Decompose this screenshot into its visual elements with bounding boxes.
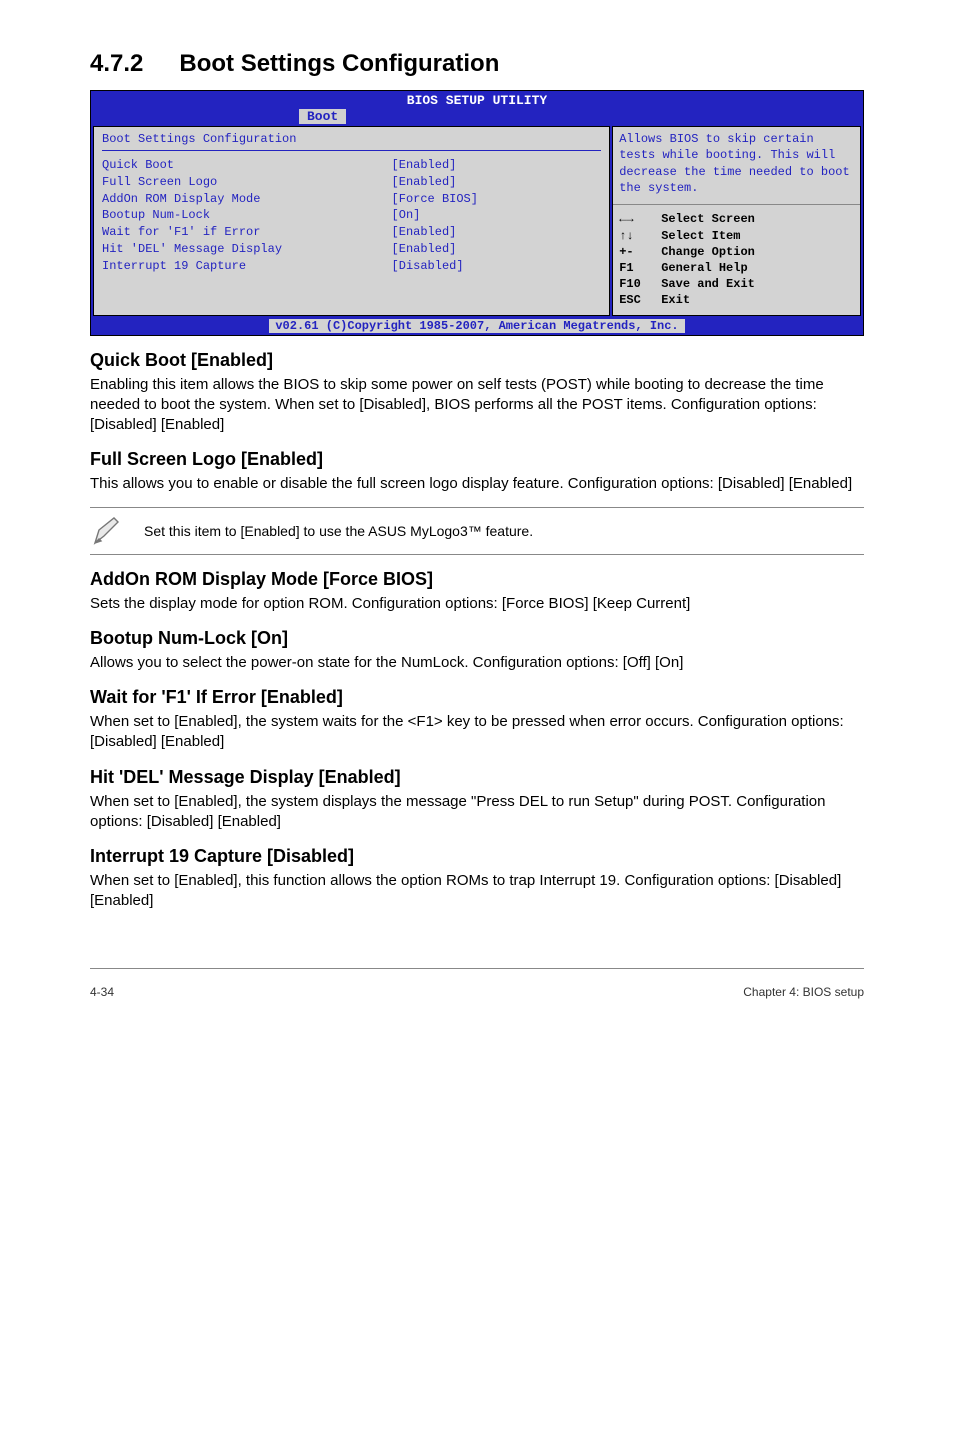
heading-addon-rom: AddOn ROM Display Mode [Force BIOS]	[90, 569, 864, 590]
bios-utility-title: BIOS SETUP UTILITY	[91, 93, 863, 109]
para-quick-boot: Enabling this item allows the BIOS to sk…	[90, 375, 864, 436]
heading-bootup-numlock: Bootup Num-Lock [On]	[90, 628, 864, 649]
para-int19: When set to [Enabled], this function all…	[90, 871, 864, 912]
bios-item: Wait for 'F1' if Error[Enabled]	[102, 224, 601, 241]
para-bootup-numlock: Allows you to select the power-on state …	[90, 653, 864, 673]
heading-quick-boot: Quick Boot [Enabled]	[90, 350, 864, 371]
heading-full-screen-logo: Full Screen Logo [Enabled]	[90, 449, 864, 470]
para-wait-f1: When set to [Enabled], the system waits …	[90, 712, 864, 753]
heading-wait-f1: Wait for 'F1' If Error [Enabled]	[90, 687, 864, 708]
bios-help-panel: Allows BIOS to skip certain tests while …	[612, 126, 861, 315]
bios-item: Bootup Num-Lock[On]	[102, 207, 601, 224]
note-text: Set this item to [Enabled] to use the AS…	[144, 523, 533, 539]
bios-item: Full Screen Logo[Enabled]	[102, 174, 601, 191]
page-number: 4-34	[90, 985, 114, 999]
section-number: 4.7.2	[90, 50, 143, 78]
heading-hit-del: Hit 'DEL' Message Display [Enabled]	[90, 767, 864, 788]
para-addon-rom: Sets the display mode for option ROM. Co…	[90, 594, 864, 614]
pencil-icon	[90, 514, 124, 548]
bios-key-legend: ←→Select Screen ↑↓Select Item +-Change O…	[613, 205, 860, 314]
bios-item: AddOn ROM Display Mode[Force BIOS]	[102, 191, 601, 208]
section-title: Boot Settings Configuration	[179, 50, 499, 78]
para-full-screen-logo: This allows you to enable or disable the…	[90, 474, 864, 494]
footer-rule	[90, 968, 864, 969]
bios-panel-heading: Boot Settings Configuration	[102, 131, 601, 151]
bios-settings-panel: Boot Settings Configuration Quick Boot[E…	[93, 126, 610, 315]
bios-item: Quick Boot[Enabled]	[102, 157, 601, 174]
bios-item: Hit 'DEL' Message Display[Enabled]	[102, 241, 601, 258]
page-footer: 4-34 Chapter 4: BIOS setup	[0, 973, 954, 1029]
heading-int19: Interrupt 19 Capture [Disabled]	[90, 846, 864, 867]
bios-help-text: Allows BIOS to skip certain tests while …	[613, 127, 860, 205]
chapter-label: Chapter 4: BIOS setup	[743, 985, 864, 999]
bios-screenshot: BIOS SETUP UTILITY Boot Boot Settings Co…	[90, 90, 864, 336]
bios-tab-boot: Boot	[299, 109, 346, 125]
bios-item: Interrupt 19 Capture[Disabled]	[102, 258, 601, 275]
para-hit-del: When set to [Enabled], the system displa…	[90, 792, 864, 833]
bios-title-bar: BIOS SETUP UTILITY Boot	[91, 91, 863, 124]
note-box: Set this item to [Enabled] to use the AS…	[90, 507, 864, 555]
bios-footer: v02.61 (C)Copyright 1985-2007, American …	[91, 318, 863, 335]
section-heading: 4.7.2 Boot Settings Configuration	[90, 50, 864, 78]
